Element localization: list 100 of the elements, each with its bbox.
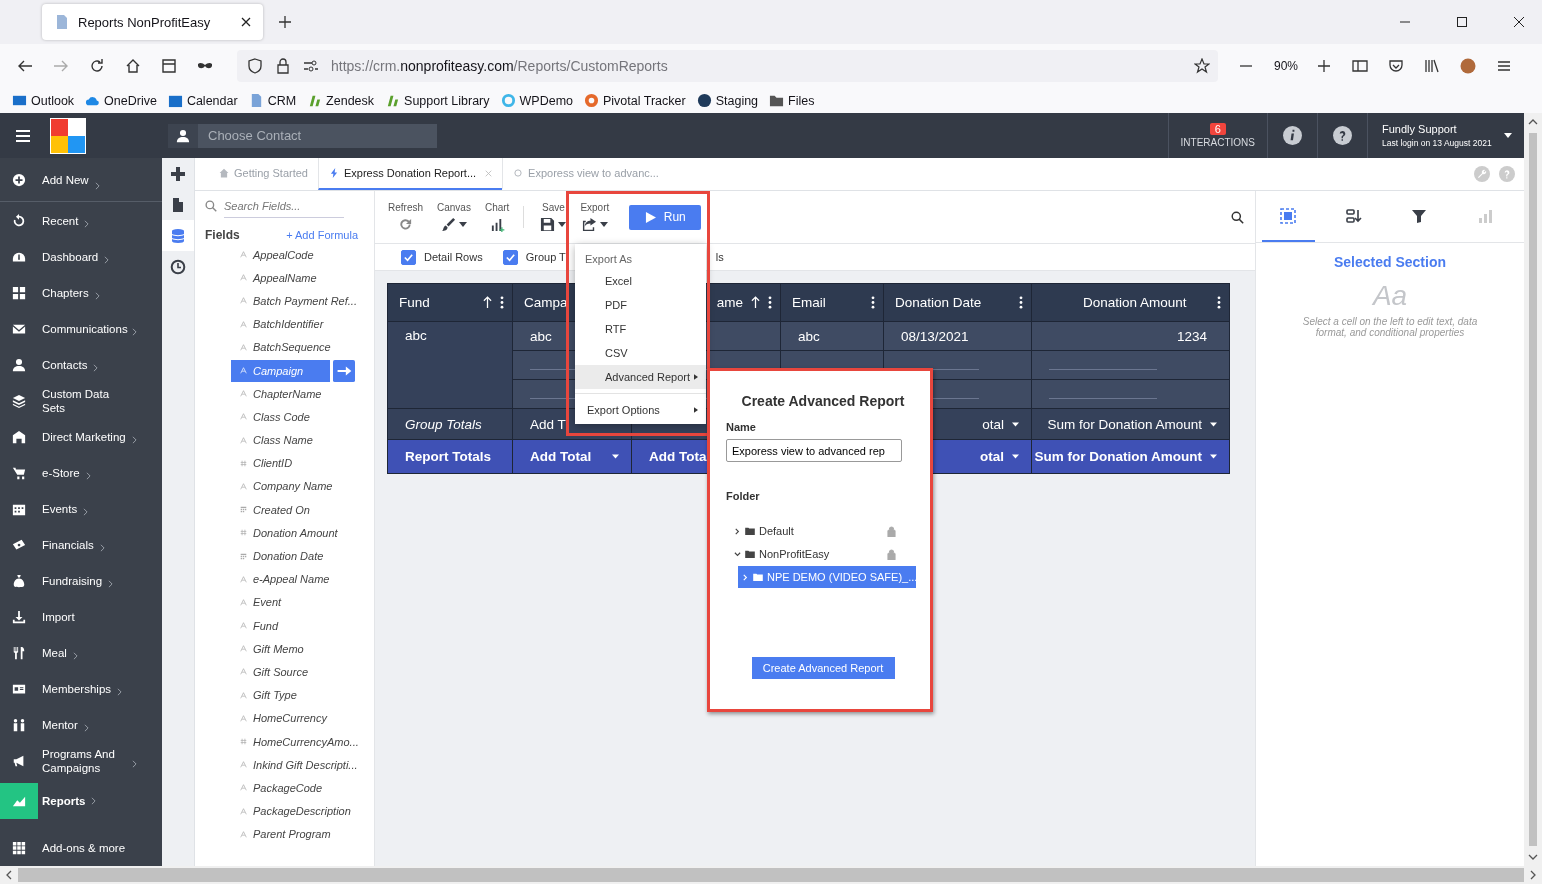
kebab-icon[interactable]: [768, 296, 772, 309]
bookmark-link[interactable]: Support Library: [385, 93, 490, 108]
field-item[interactable]: Donation Amount: [231, 521, 344, 544]
checkbox[interactable]: [401, 249, 416, 265]
group-total-cell[interactable]: Group Totals: [388, 408, 512, 439]
field-item[interactable]: Gift Type: [231, 684, 330, 707]
group-total-cell[interactable]: Sum for Donation Amount: [1032, 408, 1229, 439]
sidebar-item[interactable]: Mentor: [0, 707, 162, 743]
field-item[interactable]: BatchIdentifier: [231, 313, 330, 336]
sidebar-item[interactable]: Contacts: [0, 347, 162, 383]
field-item[interactable]: e-Appeal Name: [231, 568, 336, 591]
field-item[interactable]: Parent Program: [231, 823, 337, 846]
interactions-button[interactable]: 6 INTERACTIONS: [1167, 113, 1267, 158]
search-icon[interactable]: [1231, 210, 1244, 224]
menu-icon[interactable]: [1496, 58, 1512, 74]
field-item[interactable]: Campaign: [231, 359, 330, 382]
report-total-cell[interactable]: Report Totals: [388, 439, 512, 473]
bookmark-link[interactable]: WPDemo: [500, 93, 573, 108]
star-icon[interactable]: [1193, 58, 1210, 74]
sidebar-item[interactable]: Dashboard: [0, 239, 162, 275]
add-formula-link[interactable]: + Add Formula: [286, 229, 358, 241]
maximize-icon[interactable]: [1456, 16, 1468, 28]
sidebar-item[interactable]: Direct Marketing: [0, 419, 162, 455]
field-item[interactable]: BatchSequence: [231, 336, 337, 359]
address-bar[interactable]: https://crm.nonprofiteasy.com/Reports/CustomReports: [237, 50, 1218, 82]
field-item[interactable]: Donation Date: [231, 545, 330, 568]
menu-icon[interactable]: [14, 127, 32, 144]
close-icon[interactable]: [241, 17, 251, 27]
sidebar-item[interactable]: Reports: [0, 779, 162, 823]
bookmark-link[interactable]: Outlook: [12, 93, 75, 108]
sort-arrow-icon[interactable]: [483, 296, 492, 309]
kebab-icon[interactable]: [1019, 296, 1023, 309]
sidebar-item[interactable]: Custom Data Sets: [0, 383, 162, 419]
kebab-icon[interactable]: [1217, 296, 1221, 309]
field-item[interactable]: Company Name: [231, 475, 339, 498]
kebab-icon[interactable]: [500, 296, 504, 309]
scroll-up-icon[interactable]: [1528, 119, 1538, 125]
sort-arrow-icon[interactable]: [751, 296, 760, 309]
sidebar-item[interactable]: Communications: [0, 311, 162, 347]
sidebar-item[interactable]: Events: [0, 491, 162, 527]
bookmark-link[interactable]: Pivotal Tracker: [584, 93, 686, 108]
field-item[interactable]: Fund: [231, 614, 330, 637]
bookmark-link[interactable]: Files: [769, 93, 815, 108]
checkbox[interactable]: [502, 249, 518, 265]
scroll-down-icon[interactable]: [1528, 854, 1538, 860]
create-report-button[interactable]: Create Advanced Report: [751, 657, 895, 679]
contact-field[interactable]: Choose Contact: [198, 123, 437, 148]
field-item[interactable]: Gift Source: [231, 660, 330, 683]
toolbar-button[interactable]: Save: [540, 202, 567, 232]
sidebar-icon[interactable]: [1352, 58, 1368, 74]
folder-item[interactable]: NonProfitEasy: [726, 543, 896, 565]
zoom-level[interactable]: 90%: [1273, 59, 1298, 73]
sidebar-item[interactable]: Recent: [0, 203, 162, 239]
report-total-cell[interactable]: Add Total: [513, 439, 631, 473]
field-item[interactable]: Batch Payment Ref...: [231, 289, 363, 312]
field-item[interactable]: HomeCurrencyAmo...: [231, 730, 365, 753]
run-button[interactable]: Run: [629, 204, 702, 230]
arrow-right-icon[interactable]: [333, 359, 355, 382]
kebab-icon[interactable]: [871, 296, 875, 309]
field-item[interactable]: Event: [231, 591, 330, 614]
help-icon[interactable]: [1333, 126, 1352, 145]
field-item[interactable]: Class Code: [231, 405, 330, 428]
field-item[interactable]: Inkind Gift Descripti...: [231, 753, 364, 776]
field-item[interactable]: Class Name: [231, 429, 330, 452]
menu-item[interactable]: Advanced Report: [575, 365, 706, 389]
home-icon[interactable]: [125, 58, 141, 74]
sidebar-item[interactable]: Add-ons & more: [0, 830, 162, 866]
pocket-icon[interactable]: [1388, 58, 1404, 74]
sidebar-item[interactable]: Fundraising: [0, 563, 162, 599]
browser-tab[interactable]: Reports NonProfitEasy: [42, 4, 263, 40]
logo[interactable]: [50, 117, 86, 154]
bookmark-link[interactable]: OneDrive: [85, 93, 157, 108]
window-icon[interactable]: [161, 58, 177, 74]
field-item[interactable]: ClientID: [231, 452, 330, 475]
zoom-in-icon[interactable]: [1316, 58, 1332, 74]
name-field[interactable]: Exporess view to advanced rep: [726, 439, 902, 462]
user-name[interactable]: Fundly Support: [1382, 123, 1504, 135]
field-item[interactable]: Created On: [231, 498, 330, 521]
caret-icon[interactable]: [1504, 133, 1512, 138]
field-item[interactable]: Gift Memo: [231, 637, 330, 660]
bookmark-link[interactable]: Staging: [696, 93, 759, 108]
reload-icon[interactable]: [89, 58, 105, 74]
column-header[interactable]: Fund: [388, 284, 512, 321]
bookmark-link[interactable]: Calendar: [167, 93, 238, 108]
field-item[interactable]: HomeCurrency: [231, 707, 333, 730]
sidebar-item[interactable]: Meal: [0, 635, 162, 671]
field-item[interactable]: PackageCode: [231, 776, 330, 799]
folder-item[interactable]: NPE DEMO (VIDEO SAFE)_...: [738, 566, 916, 588]
toolbar-button[interactable]: Chart: [484, 202, 510, 232]
new-tab-icon[interactable]: [279, 16, 291, 28]
folder-item[interactable]: Default: [726, 520, 896, 542]
report-total-cell[interactable]: Sum for Donation Amount: [1032, 439, 1229, 473]
toolbar-button[interactable]: Export: [580, 202, 610, 232]
sidebar-item[interactable]: Memberships: [0, 671, 162, 707]
sidebar-item[interactable]: Programs And Campaigns: [0, 743, 162, 779]
toolbar-button[interactable]: Canvas: [437, 202, 471, 232]
sidebar-item[interactable]: e-Store: [0, 455, 162, 491]
bookmark-link[interactable]: CRM: [248, 93, 297, 108]
column-header[interactable]: Email: [781, 284, 883, 321]
column-header[interactable]: Donation Date: [884, 284, 1031, 321]
